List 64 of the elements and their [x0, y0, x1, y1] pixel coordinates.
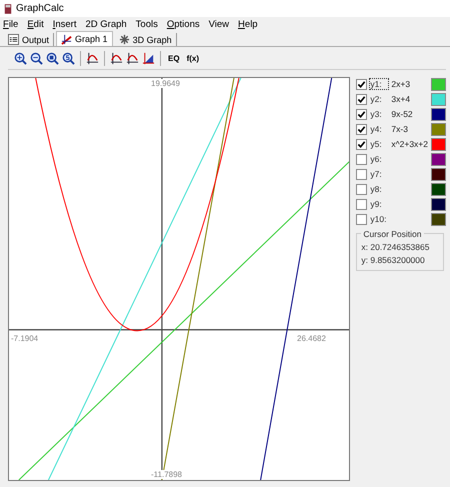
axis-max-label: 26.4682 — [297, 334, 326, 343]
checkbox[interactable] — [356, 138, 368, 150]
function-expression[interactable]: 3x+4 — [391, 94, 428, 104]
menu-item[interactable]: Help — [238, 18, 258, 30]
list-icon — [8, 34, 19, 45]
function-label: y4: — [370, 124, 383, 134]
menu-item[interactable]: Tools — [136, 18, 158, 30]
checkbox[interactable] — [356, 168, 368, 180]
menu-item[interactable]: Options — [166, 18, 200, 30]
menu-item[interactable]: Edit — [27, 18, 44, 30]
menu-item[interactable]: Insert — [52, 18, 76, 30]
cursor-x-value: x: 20.7246353865 — [361, 242, 430, 252]
graph-icon[interactable] — [110, 52, 123, 64]
function-label: y8: — [370, 184, 383, 194]
function-label: y10: — [370, 214, 388, 224]
function-expression[interactable]: x^2+3x+2 — [391, 139, 428, 149]
asterisk-icon — [118, 34, 130, 45]
graph-icon[interactable] — [126, 52, 139, 64]
color-swatch[interactable] — [431, 122, 446, 136]
axis-min-label: -11.7898 — [151, 470, 182, 479]
color-swatch[interactable] — [431, 78, 446, 90]
axis-min-label: -7.1904 — [11, 334, 38, 343]
graph-icon[interactable] — [86, 52, 99, 64]
color-swatch[interactable] — [431, 198, 446, 210]
color-swatch[interactable] — [431, 152, 446, 166]
color-swatch[interactable] — [431, 138, 446, 150]
checkbox[interactable] — [356, 78, 368, 90]
menu-item[interactable]: 2D Graph — [85, 18, 127, 30]
window-title: GraphCalc — [16, 3, 64, 14]
checkbox[interactable] — [356, 214, 368, 224]
checkbox[interactable] — [356, 124, 368, 134]
function-expression[interactable]: 9x-52 — [391, 109, 428, 119]
checkbox[interactable] — [356, 94, 368, 104]
graph-icon[interactable] — [142, 52, 155, 64]
function-label: y5: — [370, 139, 383, 149]
axis-max-label: 19.9649 — [151, 79, 180, 88]
menu-item[interactable]: File — [3, 18, 18, 30]
color-swatch[interactable] — [431, 168, 446, 180]
zoom-out-icon[interactable] — [30, 52, 43, 64]
checkbox[interactable] — [356, 184, 368, 194]
color-swatch[interactable] — [431, 92, 446, 106]
toolbar-button[interactable]: f(x) — [184, 51, 202, 65]
graph-icon — [61, 34, 72, 44]
function-label: y2: — [370, 94, 383, 104]
tab[interactable]: Graph 1 — [56, 31, 113, 46]
checkbox[interactable] — [356, 198, 368, 210]
function-label: y6: — [370, 154, 383, 164]
function-expression[interactable]: 7x-3 — [391, 124, 428, 134]
function-label: y9: — [370, 199, 383, 209]
function-expression[interactable]: 2x+3 — [391, 79, 428, 89]
color-swatch[interactable] — [431, 182, 446, 196]
menu-item[interactable]: View — [208, 18, 230, 30]
function-label: y7: — [370, 169, 383, 179]
graph-plot[interactable]: 19.9649 -11.7898 -7.1904 26.4682 — [8, 77, 350, 481]
cursor-y-value: y: 9.8563200000 — [361, 255, 426, 265]
checkbox[interactable] — [356, 108, 368, 120]
toolbar-button[interactable]: EQ — [166, 51, 182, 65]
function-label: y3: — [370, 109, 383, 119]
group-title: Cursor Position — [361, 229, 424, 239]
color-swatch[interactable] — [431, 108, 446, 120]
checkbox[interactable] — [356, 154, 368, 164]
function-label: y1: — [370, 79, 388, 89]
color-swatch[interactable] — [431, 212, 446, 226]
app-icon — [4, 2, 12, 14]
